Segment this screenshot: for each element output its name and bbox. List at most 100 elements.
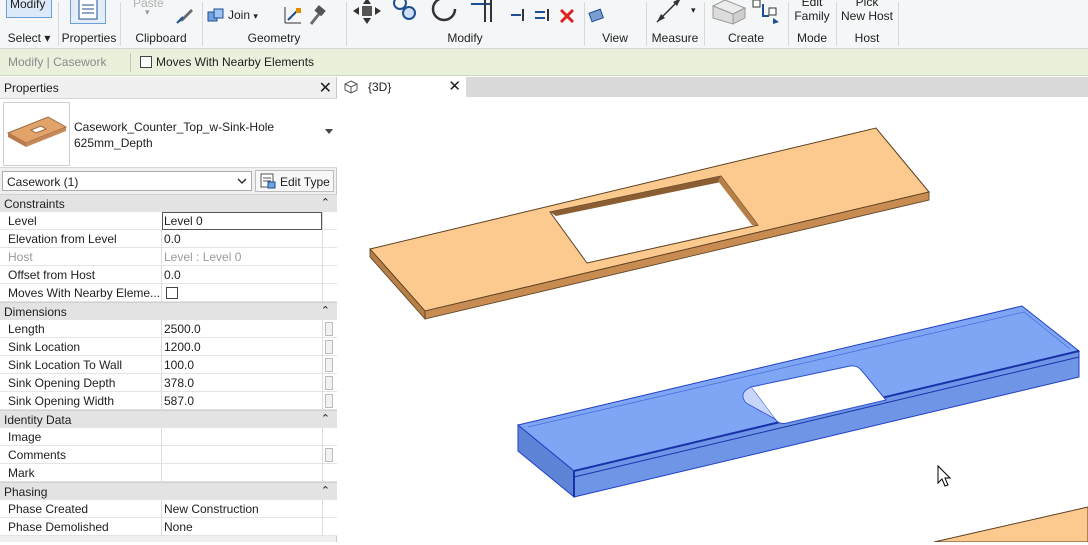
move-icon[interactable] — [351, 0, 383, 26]
chevron-down-icon[interactable] — [325, 129, 333, 134]
properties-grid: Constraints ⌃ Level Level 0 Elevation from… — [0, 194, 337, 536]
modify-button[interactable]: Modify — [6, 0, 52, 18]
trim-extend-icon[interactable] — [467, 0, 497, 24]
property-value[interactable]: 0.0 — [164, 268, 181, 282]
property-key: Sink Location To Wall — [8, 358, 123, 372]
cut-geometry-icon[interactable] — [283, 5, 303, 25]
moves-with-nearby-checkbox[interactable] — [140, 56, 152, 68]
section-constraints[interactable]: Constraints ⌃ — [0, 194, 337, 212]
edit-type-label: Edit Type — [280, 175, 330, 189]
offset-icon[interactable] — [533, 7, 551, 23]
type-name: Casework_Counter_Top_w-Sink-Hole 625mm_D… — [74, 119, 274, 151]
properties-title: Properties — [4, 81, 59, 95]
copy-icon[interactable] — [391, 0, 419, 24]
moves-with-nearby-property-checkbox[interactable] — [166, 287, 178, 299]
property-row-length[interactable]: Length 2500.0 — [0, 320, 337, 338]
collapse-icon[interactable]: ⌃ — [321, 304, 330, 317]
collapse-icon[interactable]: ⌃ — [321, 412, 330, 425]
associate-parameter-button[interactable] — [325, 322, 333, 336]
property-row-comments[interactable]: Comments — [0, 446, 337, 464]
close-icon[interactable]: ✕ — [448, 77, 461, 95]
property-value[interactable]: 1200.0 — [164, 340, 201, 354]
property-row-sink-opening-width[interactable]: Sink Opening Width 587.0 — [0, 392, 337, 410]
close-icon[interactable]: ✕ — [319, 78, 332, 98]
3d-viewport[interactable] — [338, 97, 1088, 543]
property-value[interactable]: 378.0 — [164, 376, 194, 390]
hide-in-view-icon[interactable] — [588, 7, 606, 23]
divider — [161, 320, 162, 338]
join-button[interactable]: Join ▾ — [228, 8, 258, 22]
filter-value: Casework (1) — [7, 175, 79, 189]
viewport-canvas — [369, 127, 1088, 543]
moves-with-nearby-label: Moves With Nearby Elements — [156, 55, 315, 69]
property-value[interactable]: 0.0 — [164, 232, 181, 246]
property-key: Phase Demolished — [8, 520, 109, 534]
associate-parameter-button[interactable] — [325, 340, 333, 354]
collapse-icon[interactable]: ⌃ — [321, 484, 330, 497]
edit-type-icon — [260, 173, 276, 189]
tab-3d-view[interactable]: {3D} ✕ — [338, 77, 466, 97]
divider — [161, 374, 162, 392]
context-mode-label: Modify | Casework — [8, 55, 107, 69]
property-row-level[interactable]: Level Level 0 — [0, 212, 337, 230]
rotate-icon[interactable] — [429, 0, 459, 24]
property-value[interactable]: None — [164, 520, 193, 534]
countertop-selected[interactable] — [516, 305, 1081, 499]
property-row-offset-from-host[interactable]: Offset from Host 0.0 — [0, 266, 337, 284]
edit-family-button[interactable]: Edit Family — [789, 0, 835, 23]
divider — [161, 266, 162, 284]
associate-parameter-button[interactable] — [325, 448, 333, 462]
countertop-partial[interactable] — [933, 506, 1088, 543]
ribbon-group-modify: Modify — [347, 0, 583, 48]
divider — [322, 500, 323, 518]
match-properties-icon[interactable] — [175, 5, 195, 25]
instance-filter-select[interactable]: Casework (1) — [2, 171, 252, 191]
section-phasing[interactable]: Phasing ⌃ — [0, 482, 337, 500]
create-assembly-icon[interactable] — [709, 0, 749, 26]
property-row-elevation-from-level[interactable]: Elevation from Level 0.0 — [0, 230, 337, 248]
property-row-sink-location-to-wall[interactable]: Sink Location To Wall 100.0 — [0, 356, 337, 374]
property-row-moves-with-nearby[interactable]: Moves With Nearby Eleme... — [0, 284, 337, 302]
property-key: Mark — [8, 466, 35, 480]
property-row-sink-opening-depth[interactable]: Sink Opening Depth 378.0 — [0, 374, 337, 392]
measure-icon[interactable] — [653, 0, 687, 26]
property-value[interactable]: New Construction — [164, 502, 259, 516]
select-dropdown[interactable]: Select ▾ — [0, 31, 58, 45]
property-row-sink-location[interactable]: Sink Location 1200.0 — [0, 338, 337, 356]
pick-new-host-button[interactable]: Pick New Host — [837, 0, 897, 23]
demolish-hammer-icon[interactable] — [307, 4, 327, 26]
property-value[interactable]: 2500.0 — [164, 322, 201, 336]
property-value[interactable]: 587.0 — [164, 394, 194, 408]
edit-family-label-line2: Family — [794, 9, 830, 23]
collapse-icon[interactable]: ⌃ — [321, 196, 330, 209]
associate-parameter-button[interactable] — [325, 376, 333, 390]
property-key: Sink Opening Depth — [8, 376, 116, 390]
property-row-image[interactable]: Image — [0, 428, 337, 446]
split-element-icon[interactable] — [509, 7, 527, 23]
divider — [322, 464, 323, 482]
section-dimensions[interactable]: Dimensions ⌃ — [0, 302, 337, 320]
divider — [322, 248, 323, 266]
property-row-phase-demolished[interactable]: Phase Demolished None — [0, 518, 337, 536]
modify-group-label: Modify — [447, 31, 483, 45]
countertop-unselected[interactable] — [369, 127, 930, 321]
divider — [322, 320, 323, 338]
property-row-phase-created[interactable]: Phase Created New Construction — [0, 500, 337, 518]
delete-icon[interactable] — [559, 8, 575, 24]
measure-group-label: Measure — [651, 31, 699, 45]
properties-button[interactable] — [70, 0, 106, 24]
edit-type-button[interactable]: Edit Type — [255, 170, 334, 192]
divider — [322, 428, 323, 446]
divider — [322, 338, 323, 356]
chevron-down-icon[interactable]: ▾ — [691, 5, 696, 16]
type-selector[interactable]: Casework_Counter_Top_w-Sink-Hole 625mm_D… — [0, 98, 337, 168]
mouse-cursor-icon — [937, 464, 952, 487]
options-bar: Modify | Casework Moves With Nearby Elem… — [0, 49, 1088, 76]
properties-group-label: Properties — [61, 31, 117, 45]
associate-parameter-button[interactable] — [325, 358, 333, 372]
property-row-mark[interactable]: Mark — [0, 464, 337, 482]
associate-parameter-button[interactable] — [325, 394, 333, 408]
section-identity-data[interactable]: Identity Data ⌃ — [0, 410, 337, 428]
property-value[interactable]: 100.0 — [164, 358, 194, 372]
create-group-icon[interactable] — [749, 0, 783, 26]
